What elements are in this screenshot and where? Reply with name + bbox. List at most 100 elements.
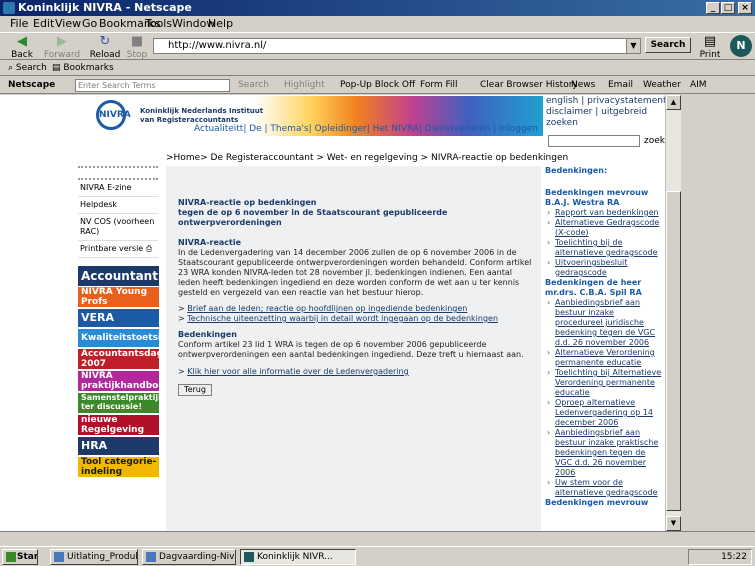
address-bar[interactable]: http://www.nivra.nl/ ▼ xyxy=(153,38,641,54)
article-link[interactable]: > Technische uiteenzetting waarbij in de… xyxy=(178,314,533,324)
reload-icon: ↻ xyxy=(99,34,111,49)
highlight-tool[interactable]: Highlight xyxy=(284,77,325,94)
sidebar-link[interactable]: Rapport van bedenkingen xyxy=(545,208,663,218)
sidebar-link[interactable]: Uw stem voor de alternatieve gedragscode xyxy=(545,478,663,498)
sidebar-link[interactable]: Aanbiedingsbrief aan bestuur inzake proc… xyxy=(545,298,663,348)
word-document-icon xyxy=(54,552,64,562)
back-button[interactable]: ◀ Back xyxy=(2,35,42,61)
menu-view[interactable]: View xyxy=(55,16,81,32)
scroll-up-icon[interactable]: ▲ xyxy=(666,95,681,110)
left-menu-item[interactable]: Helpdesk xyxy=(78,197,158,214)
sidebar-link[interactable]: Oproep alternatieve Ledenvergadering op … xyxy=(545,398,663,428)
article: NIVRA-reactie op bedenkingen tegen de op… xyxy=(166,166,541,531)
article-title: NIVRA-reactie op bedenkingen tegen de op… xyxy=(178,198,448,227)
menu-go[interactable]: Go xyxy=(82,16,97,32)
site-search-input[interactable] xyxy=(548,135,640,147)
sidebar-group-heading: Bedenkingen mevrouw B.A.J. Westra RA xyxy=(545,188,649,207)
site-org-name: Koninklijk Nederlands Instituut van Regis… xyxy=(140,107,264,124)
left-menu-item[interactable]: NIVRA E-zine xyxy=(78,180,158,197)
article-link[interactable]: > Klik hier voor alle informatie over de… xyxy=(178,367,533,377)
stop-button[interactable]: ■ Stop xyxy=(117,34,157,61)
printer-icon: ▤ xyxy=(703,34,717,49)
promo-banner[interactable]: Accountantsdag 2007 xyxy=(78,349,163,369)
sidebar-group-heading: Bedenkingen mevrouw xyxy=(545,498,649,507)
left-menu-item[interactable]: Printbare versie ⎙ xyxy=(78,241,158,258)
top-navigation[interactable]: Actualiteitt| De | Thema's| Opleidinger|… xyxy=(194,124,544,134)
search-tool[interactable]: Search xyxy=(238,77,269,94)
search-link[interactable]: ⌕ Search xyxy=(8,60,47,76)
clear-history-tool[interactable]: Clear Browser History xyxy=(480,77,578,94)
chevron-down-icon[interactable]: ▼ xyxy=(626,39,640,53)
vertical-scrollbar[interactable]: ▲ ▼ xyxy=(665,95,681,531)
taskbar-item[interactable]: Uitlating_Produktie... xyxy=(50,549,138,565)
minimize-button[interactable]: _ xyxy=(706,2,720,14)
bookmarks-icon: ▤ xyxy=(52,63,64,73)
email-link[interactable]: Email xyxy=(608,77,633,94)
promo-banner[interactable]: VERA xyxy=(78,309,159,327)
menu-help[interactable]: Help xyxy=(208,16,233,32)
window-title: Koninklijk NIVRA - Netscape xyxy=(18,1,192,14)
promo-banner[interactable]: nieuwe Regelgeving 2007 xyxy=(78,415,159,445)
close-button[interactable]: × xyxy=(738,2,752,14)
utility-links[interactable]: english | privacystatement | disclaimer … xyxy=(546,96,676,129)
word-document-icon xyxy=(146,552,156,562)
clock: 15:22 xyxy=(721,552,747,562)
menu-bar: File Edit View Go Bookmarks Tools Window… xyxy=(0,16,755,32)
taskbar-item[interactable]: Dagvaarding-Nivra... xyxy=(142,549,236,565)
left-menu: NIVRA E-zine Helpdesk NV COS (voorheen R… xyxy=(78,166,158,258)
title-bar: Koninklijk NIVRA - Netscape _ □ × xyxy=(0,0,755,16)
stop-icon: ■ xyxy=(130,34,144,49)
taskbar-item-active[interactable]: Koninklijk NIVR... xyxy=(240,549,356,565)
scroll-down-icon[interactable]: ▼ xyxy=(666,516,681,531)
section-heading: NIVRA-reactie xyxy=(178,238,242,247)
menu-tools[interactable]: Tools xyxy=(145,16,172,32)
divider xyxy=(78,166,158,180)
scroll-thumb[interactable] xyxy=(666,191,681,511)
print-button[interactable]: ▤ Print xyxy=(690,34,730,61)
breadcrumb[interactable]: >Home> De Registeraccountant > Wet- en r… xyxy=(166,153,568,163)
bookmarks-link[interactable]: ▤ Bookmarks xyxy=(52,60,114,76)
promo-banner[interactable]: Accountant.nl xyxy=(78,266,175,286)
search-icon: ⌕ xyxy=(8,63,16,73)
promo-banner[interactable]: Kwaliteitstoetsing xyxy=(78,329,174,347)
nivra-logo[interactable]: NIVRA xyxy=(96,100,131,130)
maximize-button[interactable]: □ xyxy=(721,2,735,14)
promo-banner[interactable]: HRA xyxy=(78,437,159,455)
aim-link[interactable]: AIM xyxy=(690,77,707,94)
article-link[interactable]: > Brief aan de leden; reactie op hoofdli… xyxy=(178,304,533,314)
search-button[interactable]: Search xyxy=(645,37,691,53)
promo-banner[interactable]: Samenstelpraktijk ter discussie! xyxy=(78,393,163,413)
sidebar-link[interactable]: Alternatieve Gedragscode (X-code) xyxy=(545,218,663,238)
netscape-throbber-icon: N xyxy=(730,35,752,57)
sidebar-link[interactable]: Aanbiedingsbrief aan bestuur inzake prak… xyxy=(545,428,663,478)
article-paragraph: In de Ledenvergadering van 14 december 2… xyxy=(178,248,532,297)
promo-banner[interactable]: Tool categorie-indeling xyxy=(78,457,159,477)
toolbar-search-input[interactable]: Enter Search Terms xyxy=(75,79,230,92)
promo-banner[interactable]: NIVRA Young Profs xyxy=(78,287,159,307)
weather-link[interactable]: Weather xyxy=(643,77,681,94)
promo-banner[interactable]: NIVRA praktijkhandboeken xyxy=(78,371,183,391)
windows-logo-icon xyxy=(6,552,16,562)
back-button-terug[interactable]: Terug xyxy=(178,384,212,396)
start-button[interactable]: Start xyxy=(2,549,38,565)
menu-edit[interactable]: Edit xyxy=(33,16,54,32)
sidebar-link[interactable]: Uitvoeringsbesluit gedragscode xyxy=(545,258,663,278)
forward-arrow-icon: ▶ xyxy=(57,34,67,49)
popup-block-tool[interactable]: Pop-Up Block Off xyxy=(340,77,415,94)
news-link[interactable]: News xyxy=(571,77,595,94)
site-search-button[interactable]: zoek xyxy=(644,136,665,146)
section-heading: Bedenkingen xyxy=(178,330,237,339)
menu-file[interactable]: File xyxy=(10,16,28,32)
article-paragraph: Conform artikel 23 lid 1 WRA is tegen de… xyxy=(178,340,524,359)
sidebar-heading: Bedenkingen: xyxy=(545,166,608,175)
personal-toolbar: ⌕ Search ▤ Bookmarks xyxy=(0,60,755,76)
netscape-menu[interactable]: Netscape xyxy=(8,77,55,94)
sidebar-link[interactable]: Toelichting bij Alternatieve Verordening… xyxy=(545,368,663,398)
forward-button[interactable]: ▶ Forward xyxy=(42,34,82,61)
right-sidebar: Bedenkingen: Bedenkingen mevrouw B.A.J. … xyxy=(545,166,663,508)
netscape-app-icon xyxy=(3,2,15,14)
sidebar-link[interactable]: Toelichting bij de alternatieve gedragsc… xyxy=(545,238,663,258)
sidebar-link[interactable]: Alternatieve Verordening permanente educ… xyxy=(545,348,663,368)
form-fill-tool[interactable]: Form Fill xyxy=(420,77,458,94)
left-menu-item[interactable]: NV COS (voorheen RAC) xyxy=(78,214,158,241)
